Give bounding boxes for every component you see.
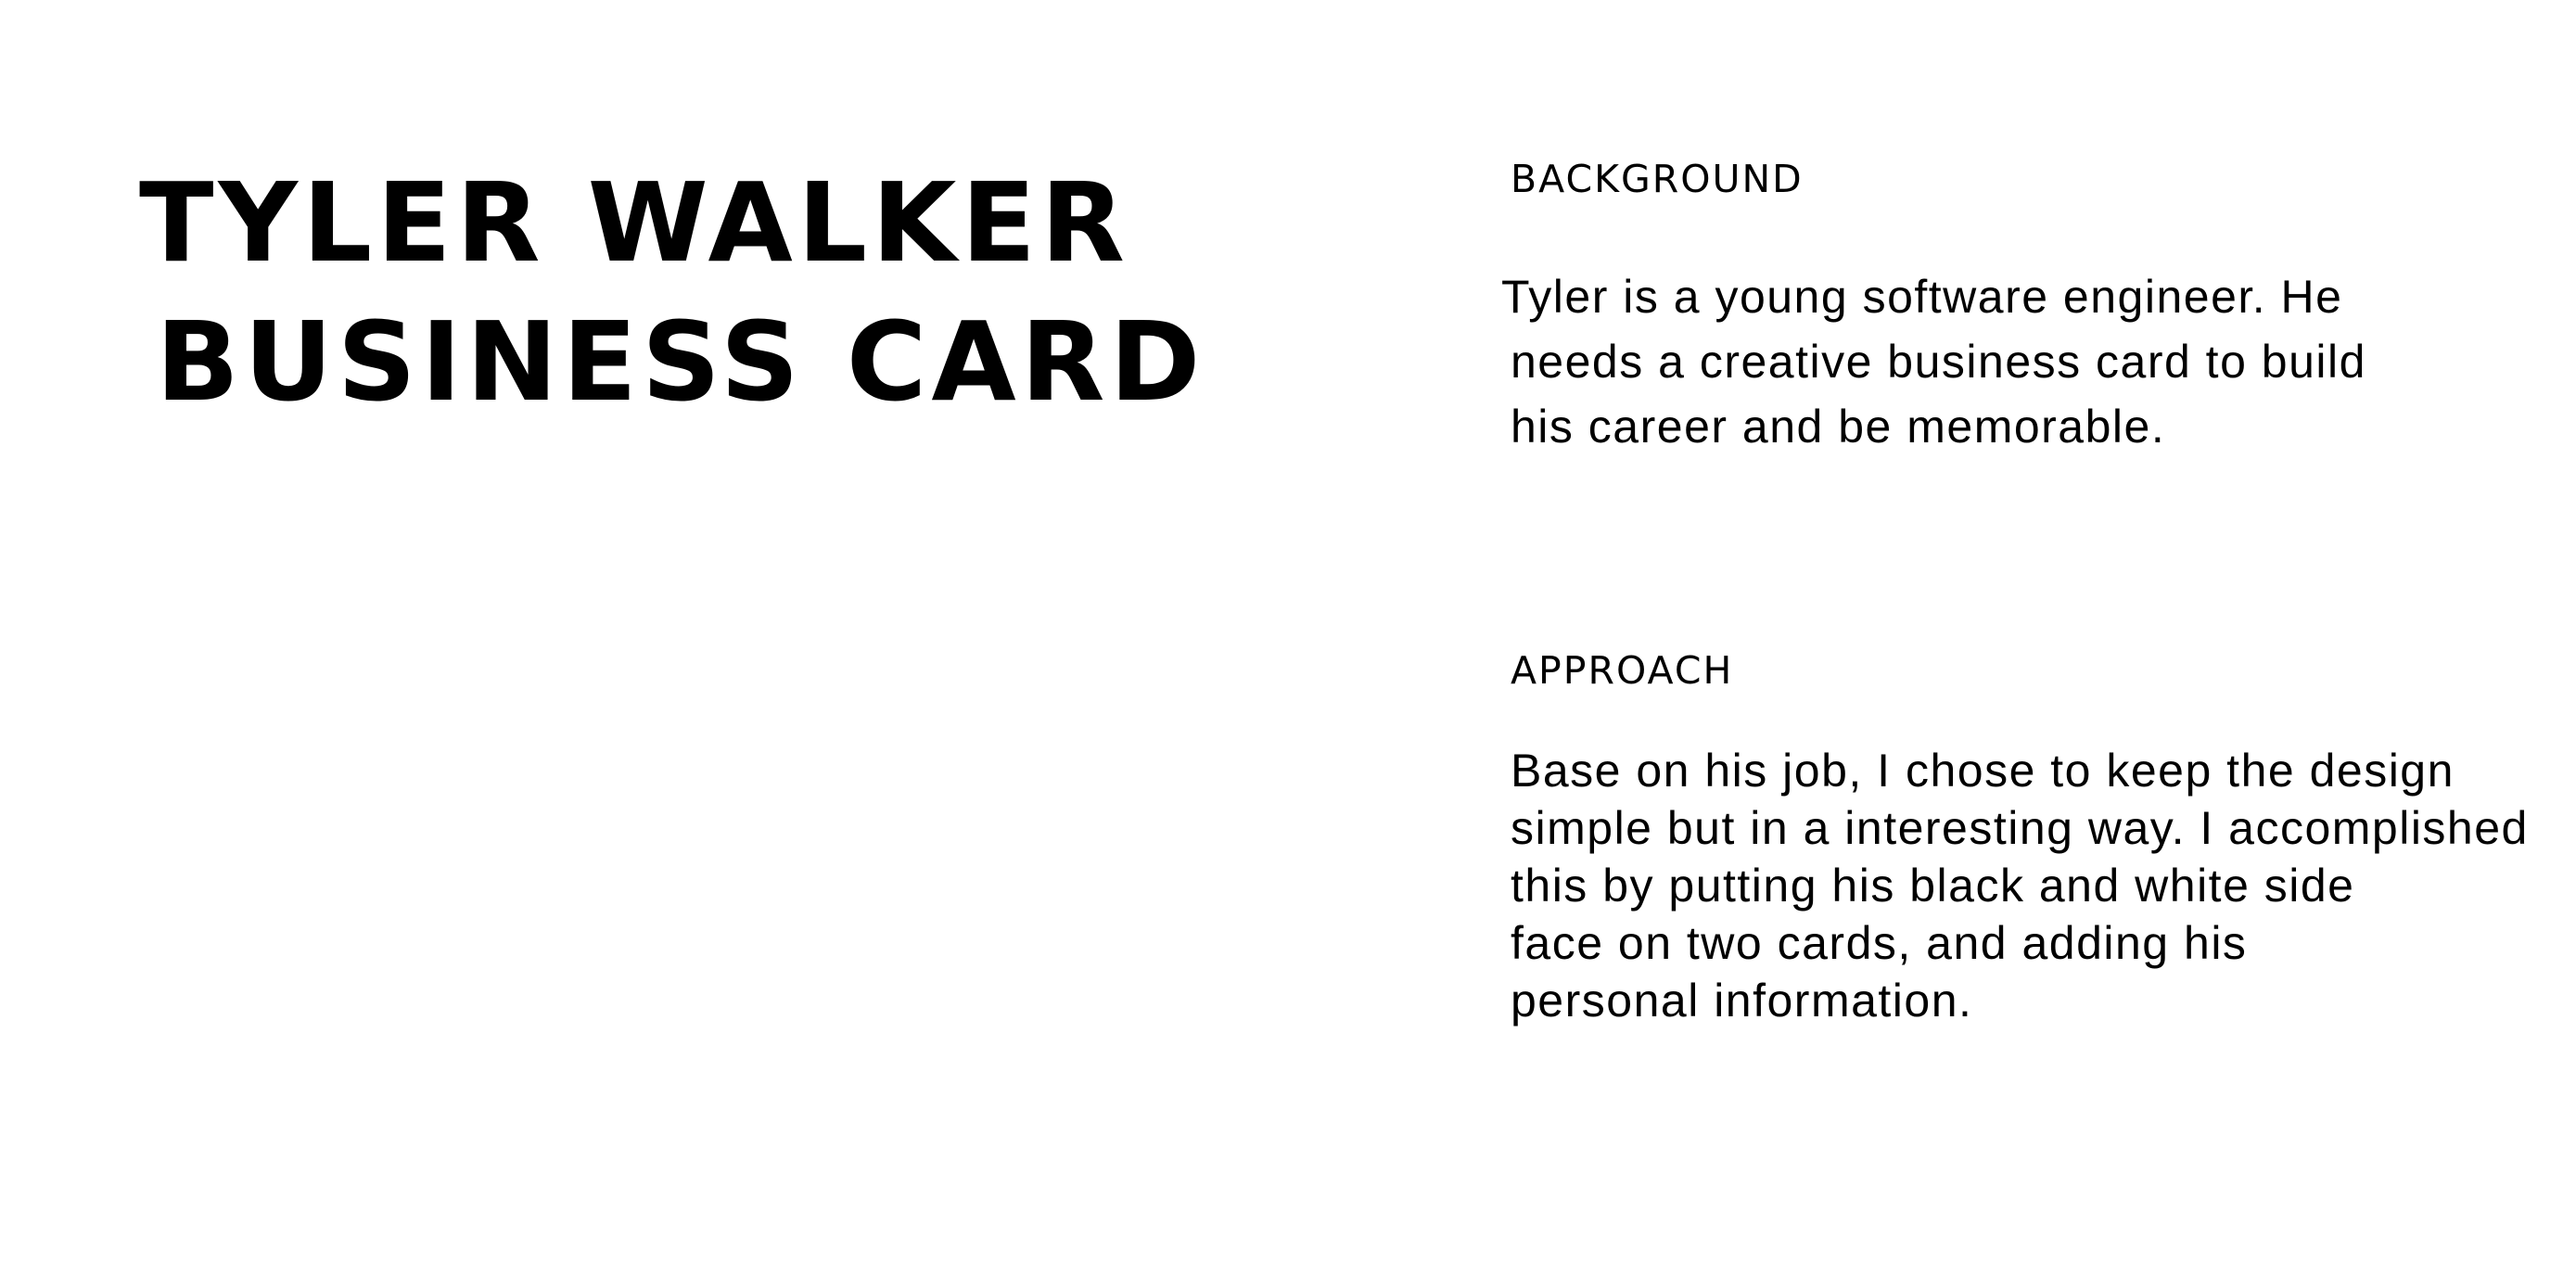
- paragraph-line: Base on his job, I chose to keep the des…: [1511, 745, 2455, 797]
- approach-heading: APPROACH: [1511, 648, 1734, 693]
- paragraph-line: face on two cards, and adding his: [1511, 917, 2248, 969]
- background-paragraph: Tyler is a young software engineer. He n…: [1501, 264, 2366, 459]
- background-heading: BACKGROUND: [1511, 157, 1804, 201]
- title-line: TYLER WALKER: [139, 159, 1129, 287]
- approach-paragraph: Base on his job, I chose to keep the des…: [1511, 742, 2529, 1029]
- paragraph-line: simple but in a interesting way. I accom…: [1511, 802, 2529, 854]
- title-line: BUSINESS CARD: [156, 298, 1205, 426]
- paragraph-line: personal information.: [1511, 975, 1973, 1027]
- paragraph-line: his career and be memorable.: [1511, 401, 2166, 453]
- page-title: TYLER WALKER BUSINESS CARD: [139, 153, 1205, 431]
- paragraph-line: needs a creative business card to build: [1511, 336, 2366, 388]
- paragraph-line: this by putting his black and white side: [1511, 860, 2355, 912]
- paragraph-line: Tyler is a young software engineer. He: [1501, 271, 2343, 323]
